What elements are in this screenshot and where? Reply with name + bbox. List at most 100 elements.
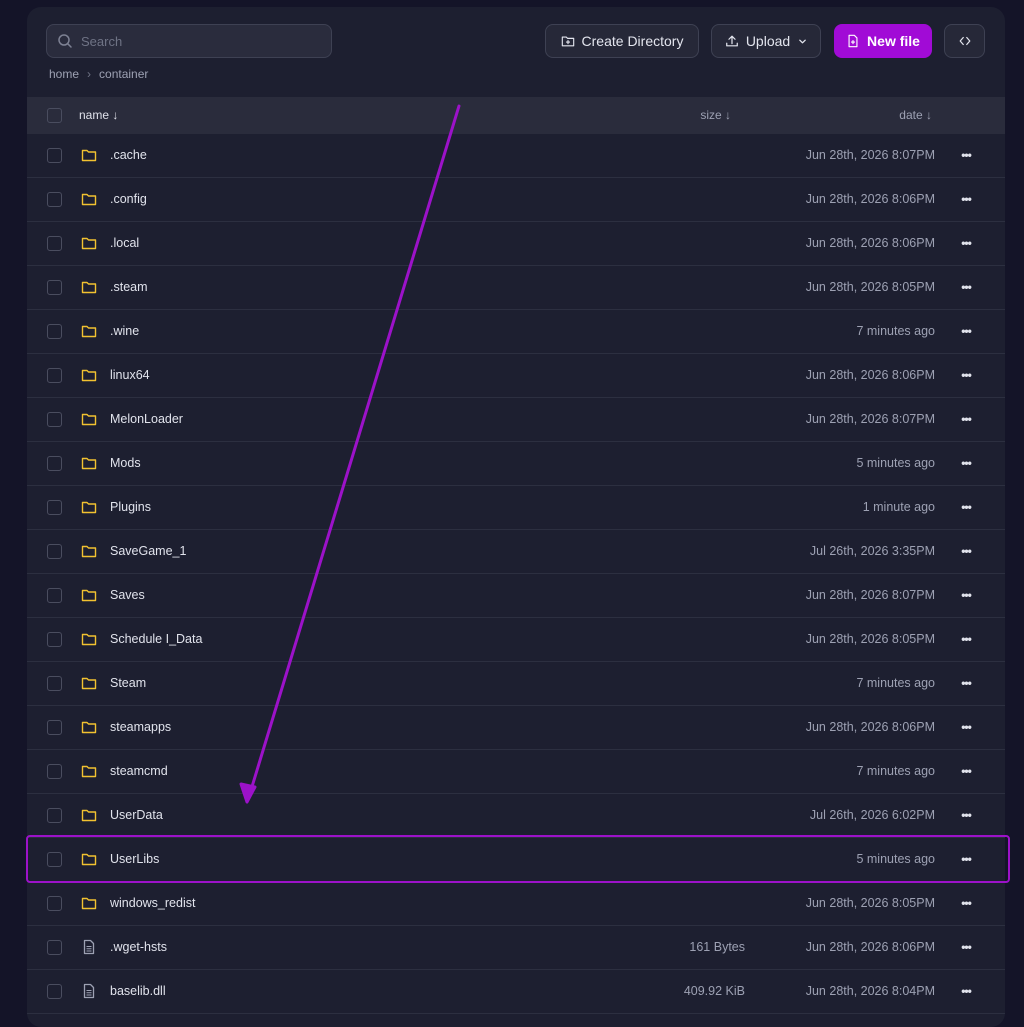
table-row[interactable]: windows_redist Jun 28th, 2026 8:05PM •••	[27, 882, 1005, 926]
more-icon[interactable]: •••	[959, 763, 973, 779]
more-icon[interactable]: •••	[959, 191, 973, 207]
table-row[interactable]: .steam Jun 28th, 2026 8:05PM •••	[27, 266, 1005, 310]
more-icon[interactable]: •••	[959, 719, 973, 735]
table-row[interactable]: Saves Jun 28th, 2026 8:07PM •••	[27, 574, 1005, 618]
row-checkbox[interactable]	[47, 192, 62, 207]
new-file-button[interactable]: New file	[834, 24, 932, 58]
more-icon[interactable]: •••	[959, 631, 973, 647]
breadcrumb-item-home[interactable]: home	[49, 67, 79, 81]
column-header-size[interactable]: size ↓	[700, 108, 731, 122]
file-name[interactable]: MelonLoader	[110, 412, 183, 426]
table-header: name ↓ size ↓ date ↓	[27, 97, 1005, 134]
table-row[interactable]: .cache Jun 28th, 2026 8:07PM •••	[27, 134, 1005, 178]
folder-icon	[81, 323, 97, 339]
file-name[interactable]: .wine	[110, 324, 139, 338]
table-row[interactable]: Mods 5 minutes ago •••	[27, 442, 1005, 486]
file-name[interactable]: .steam	[110, 280, 148, 294]
row-checkbox[interactable]	[47, 236, 62, 251]
file-date: Jun 28th, 2026 8:06PM	[805, 236, 935, 250]
row-checkbox[interactable]	[47, 940, 62, 955]
file-name[interactable]: steamcmd	[110, 764, 168, 778]
row-checkbox[interactable]	[47, 544, 62, 559]
file-name[interactable]: Plugins	[110, 500, 151, 514]
file-name[interactable]: linux64	[110, 368, 150, 382]
more-icon[interactable]: •••	[959, 851, 973, 867]
file-name[interactable]: .cache	[110, 148, 147, 162]
search-input[interactable]	[81, 33, 311, 49]
file-name[interactable]: baselib.dll	[110, 984, 166, 998]
table-row[interactable]: UserData Jul 26th, 2026 6:02PM •••	[27, 794, 1005, 838]
table-row[interactable]: baselib.dll 409.92 KiB Jun 28th, 2026 8:04…	[27, 970, 1005, 1014]
table-row[interactable]: SaveGame_1 Jul 26th, 2026 3:35PM •••	[27, 530, 1005, 574]
upload-label: Upload	[745, 33, 791, 49]
row-checkbox[interactable]	[47, 500, 62, 515]
row-checkbox[interactable]	[47, 588, 62, 603]
code-view-button[interactable]	[944, 24, 985, 58]
table-row[interactable]: .local Jun 28th, 2026 8:06PM •••	[27, 222, 1005, 266]
more-icon[interactable]: •••	[959, 279, 973, 295]
table-row[interactable]: steamapps Jun 28th, 2026 8:06PM •••	[27, 706, 1005, 750]
row-checkbox[interactable]	[47, 632, 62, 647]
row-checkbox[interactable]	[47, 896, 62, 911]
more-icon[interactable]: •••	[959, 499, 973, 515]
table-row[interactable]: .wget-hsts 161 Bytes Jun 28th, 2026 8:06PM…	[27, 926, 1005, 970]
upload-button[interactable]: Upload	[711, 24, 821, 58]
file-name[interactable]: .local	[110, 236, 139, 250]
more-icon[interactable]: •••	[959, 367, 973, 383]
table-row[interactable]: steamcmd 7 minutes ago •••	[27, 750, 1005, 794]
table-row[interactable]: linux64 Jun 28th, 2026 8:06PM •••	[27, 354, 1005, 398]
row-checkbox[interactable]	[47, 148, 62, 163]
search-box[interactable]	[46, 24, 332, 58]
table-row[interactable]: Steam 7 minutes ago •••	[27, 662, 1005, 706]
column-header-name[interactable]: name ↓	[79, 108, 118, 122]
file-name[interactable]: windows_redist	[110, 896, 195, 910]
table-row[interactable]: Schedule I_Data Jun 28th, 2026 8:05PM •••	[27, 618, 1005, 662]
row-checkbox[interactable]	[47, 720, 62, 735]
more-icon[interactable]: •••	[959, 235, 973, 251]
more-icon[interactable]: •••	[959, 543, 973, 559]
more-icon[interactable]: •••	[959, 939, 973, 955]
row-checkbox[interactable]	[47, 676, 62, 691]
more-icon[interactable]: •••	[959, 895, 973, 911]
file-name[interactable]: Saves	[110, 588, 145, 602]
file-date: 7 minutes ago	[856, 324, 935, 338]
more-icon[interactable]: •••	[959, 323, 973, 339]
table-row[interactable]: UserLibs 5 minutes ago •••	[27, 838, 1005, 882]
file-name[interactable]: UserData	[110, 808, 163, 822]
create-directory-button[interactable]: Create Directory	[545, 24, 699, 58]
table-row[interactable]: MelonLoader Jun 28th, 2026 8:07PM •••	[27, 398, 1005, 442]
row-checkbox[interactable]	[47, 808, 62, 823]
file-name[interactable]: Schedule I_Data	[110, 632, 202, 646]
row-checkbox[interactable]	[47, 764, 62, 779]
file-name[interactable]: steamapps	[110, 720, 171, 734]
table-row[interactable]: Plugins 1 minute ago •••	[27, 486, 1005, 530]
row-checkbox[interactable]	[47, 456, 62, 471]
row-checkbox[interactable]	[47, 324, 62, 339]
file-name[interactable]: SaveGame_1	[110, 544, 186, 558]
more-icon[interactable]: •••	[959, 807, 973, 823]
file-name[interactable]: Mods	[110, 456, 141, 470]
row-checkbox[interactable]	[47, 984, 62, 999]
file-name[interactable]: Steam	[110, 676, 146, 690]
more-icon[interactable]: •••	[959, 411, 973, 427]
table-row[interactable]: .wine 7 minutes ago •••	[27, 310, 1005, 354]
file-name[interactable]: .config	[110, 192, 147, 206]
more-icon[interactable]: •••	[959, 455, 973, 471]
more-icon[interactable]: •••	[959, 147, 973, 163]
row-checkbox[interactable]	[47, 368, 62, 383]
breadcrumb-item-container[interactable]: container	[99, 67, 148, 81]
file-name[interactable]: .wget-hsts	[110, 940, 167, 954]
file-date: Jun 28th, 2026 8:06PM	[805, 368, 935, 382]
column-header-date[interactable]: date ↓	[899, 108, 932, 122]
select-all-checkbox[interactable]	[47, 108, 62, 123]
row-checkbox[interactable]	[47, 852, 62, 867]
file-name[interactable]: UserLibs	[110, 852, 159, 866]
more-icon[interactable]: •••	[959, 675, 973, 691]
more-icon[interactable]: •••	[959, 587, 973, 603]
row-checkbox[interactable]	[47, 412, 62, 427]
more-icon[interactable]: •••	[959, 983, 973, 999]
search-icon	[58, 34, 72, 48]
table-row[interactable]: .config Jun 28th, 2026 8:06PM •••	[27, 178, 1005, 222]
row-checkbox[interactable]	[47, 280, 62, 295]
file-date: Jun 28th, 2026 8:05PM	[805, 280, 935, 294]
